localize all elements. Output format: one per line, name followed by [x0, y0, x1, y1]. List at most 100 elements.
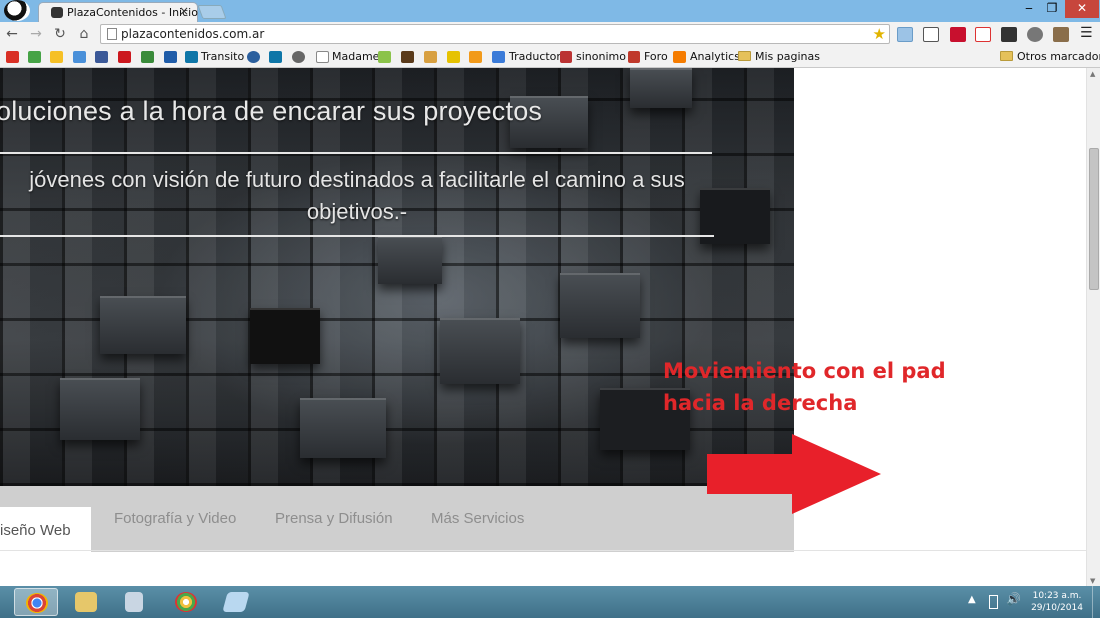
minimize-button[interactable]: ‒ [1017, 0, 1041, 18]
bookmark-yellow-icon[interactable] [50, 51, 63, 63]
translate-bookmark-icon [492, 51, 505, 63]
drive-bookmark-icon[interactable] [28, 51, 41, 63]
bookmark-madame[interactable]: Madame [332, 50, 379, 63]
folder-icon [75, 592, 97, 612]
youtube-bookmark-icon[interactable] [118, 51, 131, 63]
linkedin-bookmark-icon-2[interactable] [269, 51, 282, 63]
hero-divider-top [0, 152, 712, 154]
vertical-scrollbar[interactable]: ▲ ▼ [1086, 68, 1100, 586]
bookmark-transito[interactable]: Transito [201, 50, 244, 63]
sunken-tile [250, 308, 320, 364]
bookmark-orange-icon[interactable] [424, 51, 437, 63]
annotation-line-1: Moviemiento con el pad [663, 359, 946, 383]
folder-icon [1000, 51, 1013, 61]
page-icon [107, 28, 117, 40]
bookmark-gray-icon[interactable] [292, 51, 305, 63]
volume-icon[interactable]: 🔊 [1006, 592, 1021, 606]
system-clock[interactable]: 10:23 a.m. 29/10/2014 [1028, 590, 1086, 614]
hero-subtitle: oluciones a la hora de encarar sus proye… [0, 96, 543, 126]
tray-expand-icon[interactable]: ▲ [968, 594, 976, 605]
back-button[interactable]: ← [3, 25, 21, 43]
url-text[interactable]: plazacontenidos.com.ar [121, 27, 264, 41]
clock-time: 10:23 a.m. [1032, 591, 1082, 601]
taskbar-notes[interactable] [214, 588, 258, 616]
bookmark-folder-mis-paginas[interactable]: Mis paginas [738, 50, 820, 63]
maximize-button[interactable]: ❐ [1040, 0, 1064, 18]
scroll-up-arrow-icon[interactable]: ▲ [1090, 70, 1095, 78]
skype-bookmark-icon[interactable] [247, 51, 260, 63]
new-tab-button[interactable] [197, 5, 227, 19]
reload-button[interactable]: ↻ [51, 25, 69, 43]
taskbar-explorer[interactable] [64, 588, 108, 616]
extension-tools-icon[interactable] [1053, 27, 1069, 42]
tab-plazacontenidos[interactable]: PlazaContenidos - Inicio × [38, 2, 198, 22]
scroll-down-arrow-icon[interactable]: ▼ [1090, 577, 1095, 585]
nav-fotografia-video[interactable]: Fotografía y Video [114, 502, 236, 536]
analytics-bookmark-icon [673, 51, 686, 63]
extension-red-icon[interactable] [950, 27, 966, 42]
nav-prensa-difusion[interactable]: Prensa y Difusión [275, 502, 393, 536]
wr-bookmark-icon [560, 51, 572, 63]
other-bookmarks-label: Otros marcadores [1017, 50, 1100, 63]
bookmark-green-icon[interactable] [141, 51, 154, 63]
raised-tile [60, 378, 140, 440]
scrollbar-thumb[interactable] [1089, 148, 1099, 290]
bookmark-analytics[interactable]: Analytics [690, 50, 740, 63]
taskbar-calculator[interactable] [114, 588, 158, 616]
wr-bookmark-icon-2 [628, 51, 640, 63]
nav-mas-servicios[interactable]: Más Servicios [431, 502, 524, 536]
raised-tile [440, 318, 520, 384]
android-bookmark-icon[interactable] [378, 51, 391, 63]
forward-button[interactable]: → [27, 25, 45, 43]
hero-description: jóvenes con visión de futuro destinados … [29, 167, 685, 224]
home-button[interactable]: ⌂ [75, 25, 93, 43]
gmail-bookmark-icon[interactable] [6, 51, 19, 63]
page-viewport[interactable]: ▀▀▀▀▀▀▀▀▀▀▀▀▀▀▀ oluciones a la hora de e… [0, 68, 1086, 586]
favicon-icon [51, 7, 63, 18]
address-bar[interactable]: plazacontenidos.com.ar ★ [100, 24, 890, 44]
folder-icon [738, 51, 751, 61]
raised-tile [300, 398, 386, 458]
bookmark-clock-icon[interactable] [469, 51, 482, 63]
hero-banner: ▀▀▀▀▀▀▀▀▀▀▀▀▀▀▀ oluciones a la hora de e… [0, 68, 794, 486]
taskbar-paint[interactable] [164, 588, 208, 616]
facebook-bookmark-icon[interactable] [95, 51, 108, 63]
menu-icon[interactable]: ☰ [1080, 26, 1096, 41]
bookmark-star-icon[interactable]: ★ [873, 25, 886, 43]
clock-date: 29/10/2014 [1031, 603, 1083, 613]
extension-keyboard-icon[interactable] [923, 27, 939, 42]
bookmark-pin-icon[interactable] [447, 51, 460, 63]
bookmarks-bar: Transito Madame Traductor sinonimo Foro … [0, 46, 1100, 68]
bookmark-foro[interactable]: Foro [644, 50, 668, 63]
tab-close-icon[interactable]: × [179, 4, 189, 18]
bookmark-sinonimo[interactable]: sinonimo [576, 50, 626, 63]
extension-screen-icon[interactable] [897, 27, 913, 42]
notes-icon [222, 592, 250, 612]
gmail-extension-icon[interactable] [975, 27, 991, 42]
raised-tile [560, 273, 640, 338]
extension-dark-icon[interactable] [1001, 27, 1017, 42]
raised-tile [100, 296, 186, 354]
nav-diseno-web[interactable]: iseño Web [0, 507, 91, 552]
annotation-text: Moviemiento con el pad hacia la derecha [663, 355, 946, 419]
bookmark-blue-icon[interactable] [164, 51, 177, 63]
soccer-ball-icon[interactable] [4, 0, 30, 21]
bookmark-brown-icon[interactable] [401, 51, 414, 63]
calendar-bookmark-icon[interactable] [73, 51, 86, 63]
hero-title-cut-off: ▀▀▀▀▀▀▀▀▀▀▀▀▀▀▀ [40, 68, 465, 79]
bookmark-traductor[interactable]: Traductor [509, 50, 561, 63]
hero-divider-bottom [0, 235, 714, 237]
close-window-button[interactable]: ✕ [1065, 0, 1099, 18]
taskbar-chrome[interactable] [14, 588, 58, 616]
extension-gear-icon[interactable] [1027, 27, 1043, 42]
other-bookmarks-folder[interactable]: Otros marcadores [1000, 50, 1100, 63]
battery-icon[interactable] [989, 595, 998, 609]
annotation-line-2: hacia la derecha [663, 391, 858, 415]
raised-tile [630, 68, 692, 108]
browser-titlebar: PlazaContenidos - Inicio × ‒ ❐ ✕ [0, 0, 1100, 22]
show-desktop-button[interactable] [1092, 586, 1100, 618]
windows-taskbar: ▲ 🔊 10:23 a.m. 29/10/2014 [0, 586, 1100, 618]
chrome-icon [26, 593, 48, 613]
page-bookmark-icon [316, 51, 329, 63]
browser-toolbar: ← → ↻ ⌂ plazacontenidos.com.ar ★ ☰ [0, 22, 1100, 46]
